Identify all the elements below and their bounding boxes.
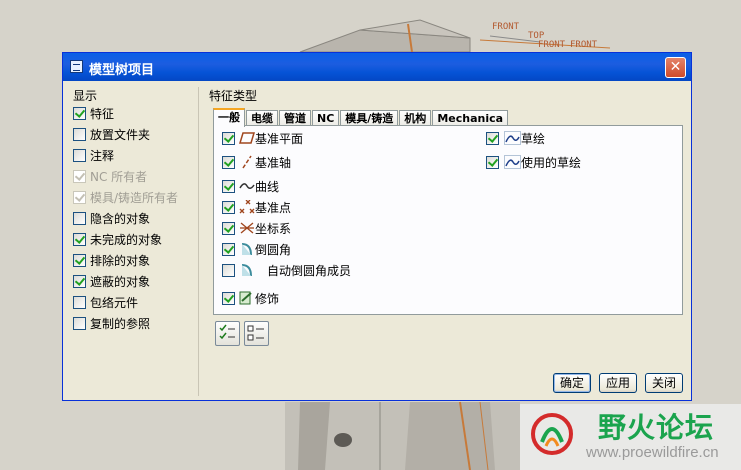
cosmetic-icon [239, 291, 252, 305]
model-tree-items-dialog: 模型树项目 ✕ 显示 特征 放置文件夹 注释 NC 所有者 模具/铸造所有者 隐… [62, 52, 692, 401]
close-button[interactable]: 关闭 [645, 373, 683, 393]
checkbox[interactable] [73, 106, 86, 120]
auto-round-member-icon [241, 264, 252, 277]
display-item-place-folders[interactable]: 放置文件夹 [73, 125, 150, 143]
checkbox[interactable] [73, 316, 86, 330]
feature-item-datum-plane[interactable]: 基准平面 [222, 129, 303, 147]
checkbox [73, 190, 86, 204]
coordinate-system-icon [240, 222, 254, 234]
display-item-envelope[interactable]: 包络元件 [73, 293, 138, 311]
tab-piping[interactable]: 管道 [279, 110, 311, 126]
checkbox[interactable] [222, 291, 235, 305]
datum-label-front: FRONT [492, 22, 520, 32]
display-item-suppressed[interactable]: 隐含的对象 [73, 209, 150, 227]
display-item-copied-refs[interactable]: 复制的参照 [73, 314, 150, 332]
checkbox[interactable] [73, 232, 86, 246]
dialog-title: 模型树项目 [89, 63, 155, 78]
tab-mold-cast[interactable]: 模具/铸造 [340, 110, 399, 126]
deselect-all-button[interactable] [244, 321, 269, 346]
watermark-title: 野火论坛 [598, 411, 715, 444]
checkbox[interactable] [222, 131, 235, 145]
checkbox[interactable] [486, 131, 499, 145]
feature-item-datum-axis[interactable]: 基准轴 [222, 153, 291, 171]
display-item-mold-cast-owner: 模具/铸造所有者 [73, 188, 178, 206]
forum-watermark: 野火论坛 www.proewildfire.cn [520, 404, 741, 470]
checkbox[interactable] [486, 155, 499, 169]
checkbox[interactable] [73, 274, 86, 288]
feature-type-tabs: 一般 电缆 管道 NC 模具/铸造 机构 Mechanica [213, 108, 509, 127]
feature-item-curve[interactable]: 曲线 [222, 177, 279, 195]
checkbox[interactable] [73, 295, 86, 309]
display-item-annotations[interactable]: 注释 [73, 146, 114, 164]
checkbox[interactable] [222, 179, 235, 193]
datum-axis-icon [242, 155, 252, 169]
checkbox[interactable] [222, 221, 235, 235]
feature-item-coordinate-system[interactable]: 坐标系 [222, 219, 291, 237]
feature-item-cosmetic[interactable]: 修饰 [222, 289, 279, 307]
selection-tools [215, 321, 273, 346]
feature-item-round[interactable]: 倒圆角 [222, 240, 291, 258]
close-window-button[interactable]: ✕ [665, 57, 686, 78]
checkbox[interactable] [222, 155, 235, 169]
checkbox[interactable] [222, 200, 235, 214]
tab-nc[interactable]: NC [312, 110, 340, 126]
display-item-excluded[interactable]: 排除的对象 [73, 251, 150, 269]
curve-icon [239, 183, 255, 189]
tab-general[interactable]: 一般 [213, 108, 245, 127]
used-sketch-icon [504, 155, 521, 169]
tab-mechanica[interactable]: Mechanica [432, 110, 509, 126]
ok-button[interactable]: 确定 [553, 373, 591, 393]
display-item-incomplete[interactable]: 未完成的对象 [73, 230, 162, 248]
checkbox[interactable] [73, 211, 86, 225]
feature-item-sketch[interactable]: 草绘 [486, 129, 545, 147]
checkbox[interactable] [222, 263, 235, 277]
feature-types-label: 特征类型 [209, 89, 258, 103]
general-tab-panel: 基准平面 基准轴 曲线 基准点 坐标系 倒圆角 自动倒圆角成员 修饰 草绘 使用… [213, 125, 683, 315]
tab-mechanism[interactable]: 机构 [399, 110, 432, 126]
display-item-blanked[interactable]: 遮蔽的对象 [73, 272, 150, 290]
checkbox[interactable] [73, 253, 86, 267]
apply-button[interactable]: 应用 [599, 373, 637, 393]
checkbox[interactable] [73, 148, 86, 162]
datum-plane-icon [239, 132, 255, 144]
feature-item-datum-point[interactable]: 基准点 [222, 198, 291, 216]
datum-label-front-2: FRONT [538, 40, 566, 50]
dialog-titlebar[interactable]: 模型树项目 ✕ [63, 53, 691, 81]
round-icon [241, 243, 252, 256]
forum-logo-icon [531, 413, 573, 455]
window-icon [70, 60, 83, 73]
datum-point-icon [239, 200, 255, 214]
section-divider [198, 87, 199, 396]
display-item-nc-owner: NC 所有者 [73, 167, 147, 185]
deselect-all-icon [247, 325, 264, 341]
checkbox[interactable] [222, 242, 235, 256]
display-section-label: 显示 [73, 89, 98, 103]
display-item-features[interactable]: 特征 [73, 104, 114, 122]
checkbox [73, 169, 86, 183]
feature-item-used-sketch[interactable]: 使用的草绘 [486, 153, 581, 171]
select-all-button[interactable] [215, 321, 240, 346]
checkbox[interactable] [73, 127, 86, 141]
datum-label-front-3: FRONT [570, 40, 598, 50]
watermark-url: www.proewildfire.cn [586, 444, 719, 461]
sketch-icon [504, 131, 521, 145]
select-all-icon [219, 324, 235, 340]
tab-cabling[interactable]: 电缆 [246, 110, 278, 126]
feature-item-auto-round-member[interactable]: 自动倒圆角成员 [222, 261, 351, 279]
